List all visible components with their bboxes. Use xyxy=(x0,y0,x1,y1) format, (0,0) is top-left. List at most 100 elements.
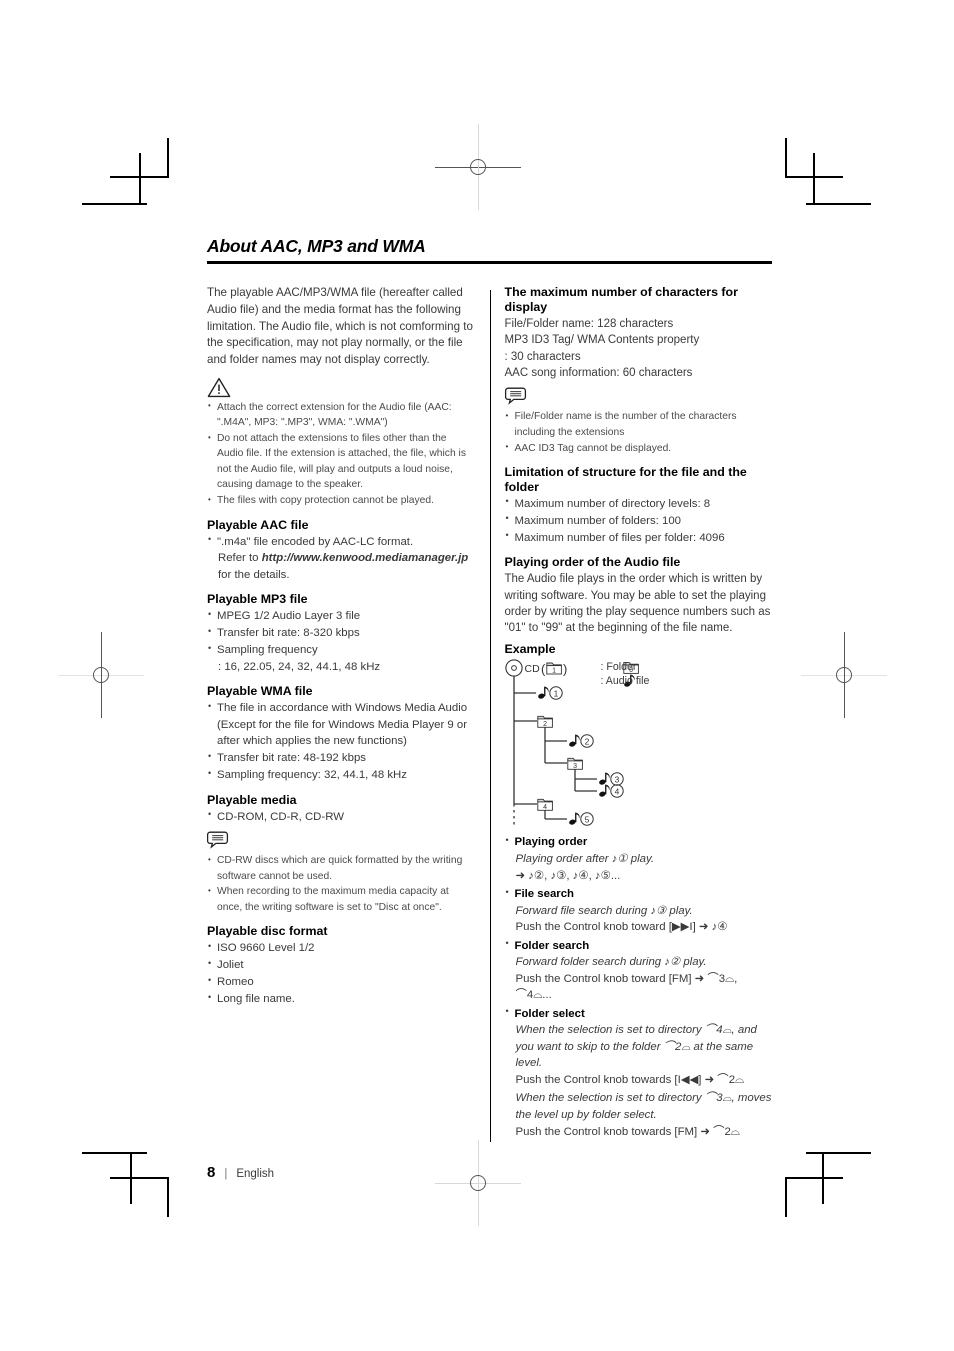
page-title: About AAC, MP3 and WMA xyxy=(207,236,426,256)
list-item: ISO 9660 Level 1/2 xyxy=(207,940,475,957)
operations-list: Playing order Playing order after ♪① pla… xyxy=(505,834,773,1140)
operation-result: Push the Control knob towards [I◀◀] ➜ ⌒2… xyxy=(515,1073,745,1086)
playing-order-body: The Audio file plays in the order which … xyxy=(504,573,771,635)
heading-playable-disc-format: Playable disc format xyxy=(207,924,328,939)
heading-playing-order: Playing order of the Audio file xyxy=(504,555,681,570)
list-item: Transfer bit rate: 8-320 kbps xyxy=(207,625,475,642)
list-item: The files with copy protection cannot be… xyxy=(207,493,475,508)
warning-list: Attach the correct extension for the Aud… xyxy=(207,400,475,509)
list-item: When recording to the maximum media capa… xyxy=(207,884,475,915)
footer-language: English xyxy=(236,1168,275,1181)
manual-page: About AAC, MP3 and WMA The playable AAC/… xyxy=(207,236,772,1181)
title-rule xyxy=(207,261,772,265)
page-footer: 8 | English xyxy=(207,1164,772,1181)
footer-separator: | xyxy=(224,1168,228,1181)
mp3-sampling-values: : 16, 22.05, 24, 32, 44.1, 48 kHz xyxy=(218,660,381,673)
svg-text:1: 1 xyxy=(553,689,558,699)
legend-folder-text: : Folder xyxy=(600,661,637,674)
list-item: Maximum number of files per folder: 4096 xyxy=(505,529,773,547)
disc-format-list: ISO 9660 Level 1/2 Joliet Romeo Long fil… xyxy=(207,940,475,1008)
list-item: CD-ROM, CD-R, CD-RW xyxy=(207,808,475,826)
right-column: The maximum number of characters for dis… xyxy=(504,285,773,1142)
aac-list: ".m4a" file encoded by AAC-LC format. Re… xyxy=(207,533,475,584)
operation-italic-2: When the selection is set to directory ⌒… xyxy=(515,1092,772,1121)
svg-text:5: 5 xyxy=(584,815,589,825)
operation-label: Folder select xyxy=(514,1007,585,1020)
note-bubble-icon xyxy=(504,386,773,407)
media-list: CD-ROM, CD-R, CD-RW xyxy=(207,808,475,826)
max-chars-line-4: AAC song information: 60 characters xyxy=(504,366,693,379)
svg-text:CD: CD xyxy=(524,663,540,675)
list-item: The file in accordance with Windows Medi… xyxy=(207,700,475,750)
list-item: Romeo xyxy=(207,974,475,991)
aac-refer-line: Refer to http://www.kenwood.mediamanager… xyxy=(217,550,475,567)
svg-text:3: 3 xyxy=(573,763,577,770)
registration-mark-right xyxy=(801,632,887,718)
svg-text:2: 2 xyxy=(543,721,547,728)
list-item: Long file name. xyxy=(207,991,475,1008)
list-item: Joliet xyxy=(207,957,475,974)
list-item-folder-select: Folder select When the selection is set … xyxy=(505,1005,773,1140)
mp3-sampling-label: Sampling frequency xyxy=(217,644,318,657)
operation-italic: Forward file search during ♪③ play. xyxy=(515,904,693,917)
operation-result: ➜ ♪②, ♪③, ♪④, ♪⑤... xyxy=(515,869,621,882)
aac-url[interactable]: http://www.kenwood.mediamanager.jp xyxy=(262,552,469,564)
operation-result-2: Push the Control knob towards [FM] ➜ ⌒2⌓ xyxy=(515,1125,740,1138)
svg-text:3: 3 xyxy=(614,775,619,785)
operation-result: Push the Control knob toward [▶▶I] ➜ ♪④ xyxy=(515,921,728,934)
heading-playable-aac: Playable AAC file xyxy=(207,517,309,532)
intro-paragraph: The playable AAC/MP3/WMA file (hereafter… xyxy=(207,286,473,366)
svg-text:2: 2 xyxy=(584,737,589,747)
heading-playable-media: Playable media xyxy=(207,792,297,807)
heading-playable-mp3: Playable MP3 file xyxy=(207,592,308,607)
heading-limitation-structure: Limitation of structure for the file and… xyxy=(504,465,747,494)
operation-italic: Forward folder search during ♪② play. xyxy=(515,956,707,969)
operation-label: File search xyxy=(514,888,575,901)
legend-audio-text: : Audio file xyxy=(600,675,650,688)
list-item: CD-RW discs which are quick formatted by… xyxy=(207,853,475,884)
operation-italic: When the selection is set to directory ⌒… xyxy=(515,1024,757,1070)
diagram-legend: : Folder : Audio file xyxy=(601,661,650,688)
svg-text:1: 1 xyxy=(552,668,556,675)
list-item: File/Folder name is the number of the ch… xyxy=(505,409,773,440)
wma-list: The file in accordance with Windows Medi… xyxy=(207,700,475,784)
max-chars-line-3: : 30 characters xyxy=(504,350,581,363)
aac-item-text: ".m4a" file encoded by AAC-LC format. xyxy=(217,535,414,548)
list-item: ".m4a" file encoded by AAC-LC format. Re… xyxy=(207,533,475,584)
heading-max-characters: The maximum number of characters for dis… xyxy=(504,285,738,315)
column-divider xyxy=(489,290,491,1143)
max-chars-line-1: File/Folder name: 128 characters xyxy=(504,317,674,330)
registration-mark-left xyxy=(58,632,144,718)
list-item: Attach the correct extension for the Aud… xyxy=(207,400,475,431)
svg-text:): ) xyxy=(563,662,567,677)
mp3-list: MPEG 1/2 Audio Layer 3 file Transfer bit… xyxy=(207,608,475,675)
registration-mark-top xyxy=(435,124,521,210)
list-item: AAC ID3 Tag cannot be displayed. xyxy=(505,441,773,456)
heading-playable-wma: Playable WMA file xyxy=(207,684,313,699)
svg-text:(: ( xyxy=(541,662,546,677)
list-item: Sampling frequency : 16, 22.05, 24, 32, … xyxy=(207,642,475,675)
note-bubble-icon xyxy=(207,830,475,851)
list-item: Sampling frequency: 32, 44.1, 48 kHz xyxy=(207,767,475,784)
svg-text:4: 4 xyxy=(543,804,547,811)
list-item: MPEG 1/2 Audio Layer 3 file xyxy=(207,608,475,625)
heading-example: Example xyxy=(504,641,556,656)
limitation-list: Maximum number of directory levels: 8 Ma… xyxy=(505,495,773,547)
max-chars-note-list: File/Folder name is the number of the ch… xyxy=(505,409,773,456)
media-note-list: CD-RW discs which are quick formatted by… xyxy=(207,853,475,915)
list-item-file-search: File search Forward file search during ♪… xyxy=(505,886,773,936)
left-column: The playable AAC/MP3/WMA file (hereafter… xyxy=(207,285,475,1008)
list-item-folder-search: Folder search Forward folder search duri… xyxy=(505,937,773,1004)
folder-tree-diagram: CD ( 1 ) 1 2 2 3 3 4 4 5 0: Folder: Au… xyxy=(504,659,773,834)
warning-triangle-icon xyxy=(207,377,475,398)
list-item: Do not attach the extensions to files ot… xyxy=(207,431,475,493)
list-item: Transfer bit rate: 48-192 kbps xyxy=(207,750,475,767)
operation-result: Push the Control knob toward [FM] ➜ ⌒3⌓,… xyxy=(515,972,738,1002)
operation-label: Playing order xyxy=(514,836,588,849)
page-number: 8 xyxy=(207,1164,216,1182)
list-item: Maximum number of directory levels: 8 xyxy=(505,495,773,513)
aac-refer-text: Refer to xyxy=(218,552,259,565)
operation-label: Folder search xyxy=(514,939,590,952)
operation-italic: Playing order after ♪① play. xyxy=(515,853,655,865)
list-item: Maximum number of folders: 100 xyxy=(505,512,773,530)
